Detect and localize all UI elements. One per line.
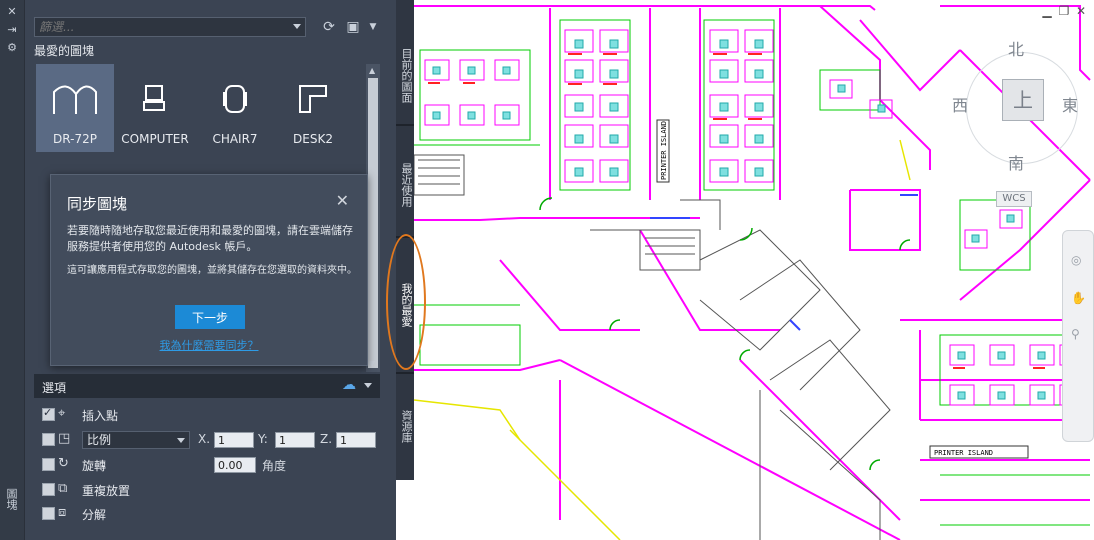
minimize-button[interactable]: ▁ — [1040, 4, 1054, 18]
block-tile-label: CHAIR7 — [212, 132, 258, 146]
thumbnail-view-icon[interactable]: ▣ — [342, 17, 364, 37]
scale-checkbox[interactable] — [42, 433, 55, 446]
filter-input[interactable] — [39, 20, 279, 34]
scale-z-input[interactable] — [336, 432, 376, 448]
block-tile-desk2[interactable]: DESK2 — [274, 64, 352, 152]
repeat-placement-icon: ⧉ — [58, 481, 68, 496]
scale-y-input[interactable] — [275, 432, 315, 448]
block-tile-label: DR-72P — [53, 132, 97, 146]
desk-block-icon — [299, 85, 327, 113]
palette-title-label: 圖塊 — [5, 488, 18, 510]
dialog-message: 若要隨時隨地存取您最近使用和最愛的圖塊，請在雲端儲存服務提供者使用您的 Auto… — [67, 224, 353, 253]
scale-x-label: X. — [198, 432, 211, 446]
scale-select-value: 比例 — [87, 433, 112, 447]
block-tile-dr-72p[interactable]: DR-72P — [36, 64, 114, 152]
scale-z-label: Z. — [320, 432, 333, 446]
dialog-title: 同步圖塊 — [67, 195, 128, 213]
zoom-icon[interactable]: ⚲ — [1071, 327, 1085, 341]
options-title: 選項 — [42, 381, 67, 395]
rotate-icon: ↻ — [58, 456, 69, 471]
scroll-thumb[interactable] — [368, 78, 378, 368]
printer-island-label-1: PRINTER ISLAND — [660, 121, 668, 180]
view-options-chevron-icon[interactable]: ▼ — [362, 17, 384, 37]
door-block-icon — [53, 85, 97, 114]
steering-wheel-icon[interactable]: ◎ — [1071, 253, 1085, 267]
scale-icon: ◳ — [58, 431, 71, 446]
tab-divider — [396, 124, 414, 126]
properties-icon[interactable]: ⚙ — [5, 42, 19, 54]
wcs-menu[interactable]: WCS — [996, 191, 1032, 207]
autocad-window: PRINTER ISLAND PRINTER ISLAND ▁ ❐ ✕ 北 西 — [0, 0, 1094, 540]
block-tile-computer[interactable]: COMPUTER — [116, 64, 194, 152]
viewcube-south[interactable]: 南 — [1008, 150, 1024, 174]
restore-button[interactable]: ❐ — [1057, 4, 1071, 18]
chevron-down-icon — [177, 438, 185, 443]
options-header[interactable]: 選項 ☁ — [34, 374, 380, 398]
viewcube-north[interactable]: 北 — [1008, 36, 1024, 60]
block-tile-label: DESK2 — [293, 132, 333, 146]
viewcube-west[interactable]: 西 — [952, 92, 968, 116]
tab-recent[interactable]: 最近使用 — [396, 150, 414, 220]
filter-box[interactable] — [34, 17, 306, 37]
scroll-up-icon[interactable]: ▲ — [369, 67, 377, 75]
scale-x-input[interactable] — [214, 432, 254, 448]
insertion-point-label: 插入點 — [82, 409, 119, 423]
explode-icon: ⧈ — [58, 505, 67, 520]
favorites-tab-highlight — [386, 234, 426, 370]
scale-select[interactable]: 比例 — [82, 431, 190, 449]
block-tile-chair7[interactable]: CHAIR7 — [196, 64, 274, 152]
scale-y-label: Y: — [258, 432, 268, 446]
explode-checkbox[interactable] — [42, 507, 55, 520]
chevron-down-icon[interactable] — [293, 24, 301, 29]
pan-icon[interactable]: ✋ — [1071, 291, 1086, 305]
tab-libraries[interactable]: 資源庫 — [396, 396, 414, 456]
viewcube[interactable]: 北 西 東 南 上 — [948, 36, 1084, 256]
blocks-palette: ✕ ⇥ ⚙ 圖塊 ⟳ ▣ ▼ 最愛的圖塊 DR-72P — [0, 0, 396, 540]
insertion-point-checkbox[interactable] — [42, 406, 55, 421]
angle-label: 角度 — [262, 459, 287, 473]
block-tile-label: COMPUTER — [121, 132, 189, 146]
viewcube-top-face[interactable]: 上 — [1002, 79, 1044, 121]
auto-hide-icon[interactable]: ⇥ — [5, 24, 19, 36]
close-button[interactable]: ✕ — [1074, 4, 1088, 18]
rotation-checkbox[interactable] — [42, 458, 55, 471]
why-sync-link[interactable]: 我為什麼需要同步？ — [51, 337, 367, 353]
rotation-label: 旋轉 — [82, 459, 107, 473]
printer-island-label-2: PRINTER ISLAND — [934, 449, 993, 457]
navigation-bar: ◎ ✋ ⚲ — [1062, 230, 1094, 442]
repeat-placement-checkbox[interactable] — [42, 483, 55, 496]
close-icon[interactable]: ✕ — [5, 6, 19, 18]
viewcube-east[interactable]: 東 — [1062, 92, 1078, 116]
cloud-sync-icon[interactable]: ☁ — [342, 377, 356, 393]
tab-divider — [396, 372, 414, 374]
chair-block-icon — [223, 85, 247, 113]
insertion-point-icon: ⌖ — [58, 406, 66, 421]
explode-label: 分解 — [82, 508, 107, 522]
palette-title-strip[interactable]: ✕ ⇥ ⚙ 圖塊 — [0, 0, 25, 540]
close-icon[interactable]: ✕ — [336, 191, 349, 210]
chevron-down-icon[interactable] — [364, 383, 372, 388]
rotation-angle-input[interactable] — [214, 457, 256, 473]
dialog-message-secondary: 這可讓應用程式存取您的圖塊，並將其儲存在您選取的資料夾中。 — [67, 265, 357, 276]
tab-current-drawing[interactable]: 目前的圖面 — [396, 30, 414, 120]
scroll-down-icon[interactable]: ▼ — [369, 360, 377, 368]
repeat-placement-label: 重複放置 — [82, 484, 131, 498]
computer-block-icon — [143, 85, 165, 111]
browse-block-icon[interactable]: ⟳ — [318, 17, 340, 37]
sync-blocks-dialog: 同步圖塊 ✕ 若要隨時隨地存取您最近使用和最愛的圖塊，請在雲端儲存服務提供者使用… — [50, 174, 368, 366]
next-button[interactable]: 下一步 — [175, 305, 245, 329]
favorites-heading: 最愛的圖塊 — [34, 44, 95, 58]
gallery-scrollbar[interactable]: ▲ ▼ — [366, 64, 380, 372]
